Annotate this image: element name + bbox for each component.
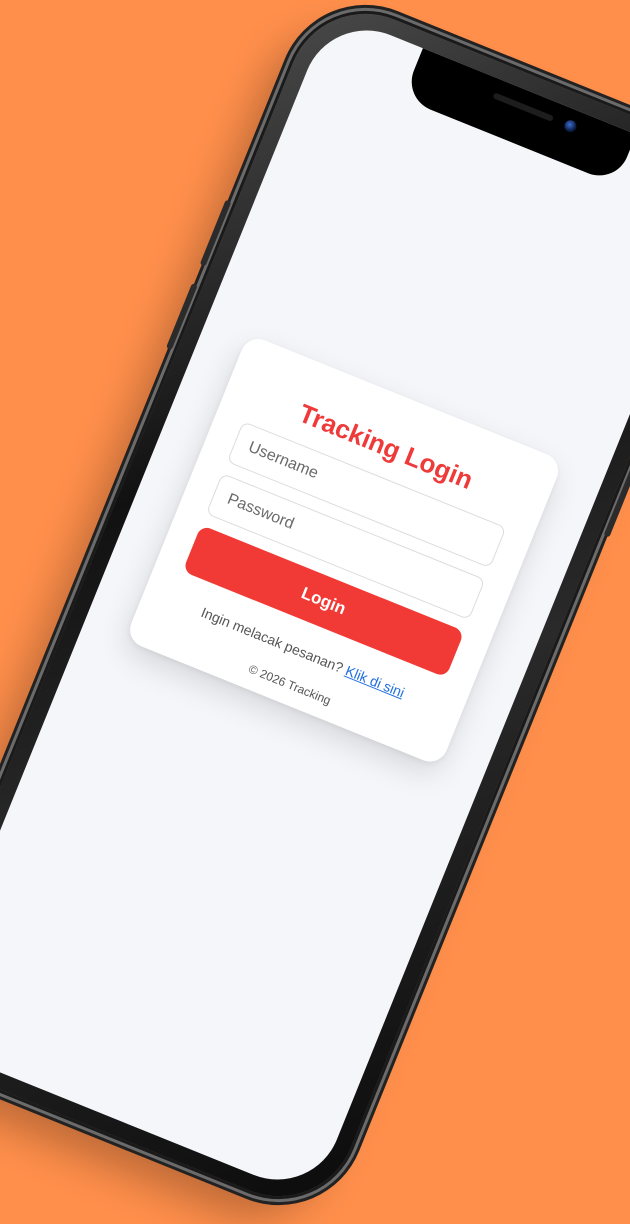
front-camera-icon xyxy=(562,118,579,135)
volume-up-button xyxy=(199,199,232,267)
phone-screen: Tracking Login Login Ingin melacak pesan… xyxy=(0,11,630,1199)
notch xyxy=(402,44,630,185)
login-card: Tracking Login Login Ingin melacak pesan… xyxy=(124,333,564,767)
speaker-grille xyxy=(492,92,554,122)
track-order-link[interactable]: Klik di sini xyxy=(343,662,407,700)
phone-mockup: Tracking Login Login Ingin melacak pesan… xyxy=(0,0,630,1220)
volume-down-button xyxy=(165,282,198,351)
